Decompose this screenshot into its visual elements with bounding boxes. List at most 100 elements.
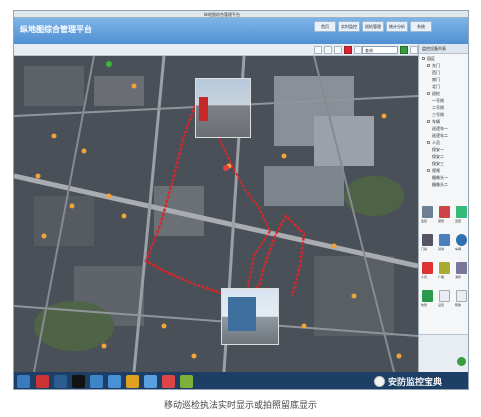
icon-label: 设置 xyxy=(438,303,445,307)
settings-icon[interactable] xyxy=(410,46,418,54)
poi-marker[interactable] xyxy=(41,233,47,239)
tree-node[interactable]: 园区 xyxy=(422,56,435,62)
tree-node[interactable]: 摄像头二 xyxy=(432,182,448,188)
menu-system[interactable]: 系统 xyxy=(410,21,432,32)
poi-marker[interactable] xyxy=(331,243,337,249)
tree-node[interactable]: 南门 xyxy=(432,77,440,83)
intercom-icon[interactable] xyxy=(439,234,450,246)
access-control-icon[interactable] xyxy=(422,234,433,246)
tree-label: 一号岗 xyxy=(432,98,444,103)
tree-label: 东门 xyxy=(432,63,440,68)
poi-marker[interactable] xyxy=(35,173,41,179)
tree-label: 二号岗 xyxy=(432,105,444,110)
patrol-icon[interactable] xyxy=(456,206,467,218)
tree-node[interactable]: 一号岗 xyxy=(432,98,444,104)
main-menu: 首页 实时监控 巡检管理 统计分析 系统 xyxy=(314,21,432,32)
tree-node[interactable]: 东门 xyxy=(427,63,440,69)
expand-icon xyxy=(422,57,425,60)
tree-label: 园区 xyxy=(427,56,435,61)
watermark: 安防监控宝典 xyxy=(374,374,442,389)
poi-marker[interactable] xyxy=(69,203,75,209)
tree-label: 巡逻车一 xyxy=(432,126,448,131)
person-icon[interactable] xyxy=(422,262,433,274)
icon-label: 门禁 xyxy=(421,247,428,251)
tree-node[interactable]: 北门 xyxy=(432,84,440,90)
taskbar-app-icon[interactable] xyxy=(36,375,49,388)
location-pin-icon[interactable] xyxy=(106,61,112,67)
poi-marker[interactable] xyxy=(81,148,87,154)
zoom-out-icon[interactable] xyxy=(324,46,332,54)
tree-node[interactable]: 二号岗 xyxy=(432,105,444,111)
taskbar-app-icon[interactable] xyxy=(180,375,193,388)
taskbar-app-icon[interactable] xyxy=(162,375,175,388)
inspection-photo[interactable] xyxy=(195,78,251,138)
poi-marker[interactable] xyxy=(121,213,127,219)
poi-marker[interactable] xyxy=(396,353,402,359)
pan-icon[interactable] xyxy=(334,46,342,54)
tree-label: 北门 xyxy=(432,84,440,89)
tree-label: 西门 xyxy=(432,70,440,75)
menu-home[interactable]: 首页 xyxy=(314,21,336,32)
satellite-map[interactable] xyxy=(14,56,418,372)
poi-marker[interactable] xyxy=(381,113,387,119)
city-block xyxy=(34,196,94,246)
layer-icon[interactable] xyxy=(354,46,362,54)
taskbar-app-icon[interactable] xyxy=(72,375,85,388)
tree-label: 巡检 xyxy=(432,91,440,96)
broadcast-icon[interactable] xyxy=(439,262,450,274)
icon-label: 巡更 xyxy=(455,219,462,223)
icon-label: 人员 xyxy=(421,275,428,279)
tree-node[interactable]: 保安一 xyxy=(432,147,444,153)
inspection-photo[interactable] xyxy=(221,288,279,345)
tree-node[interactable]: 巡逻车二 xyxy=(432,133,448,139)
start-button-icon[interactable] xyxy=(17,375,30,388)
wechat-icon xyxy=(374,376,385,387)
help-icon[interactable] xyxy=(456,290,467,302)
poi-marker[interactable] xyxy=(131,83,137,89)
poi-marker[interactable] xyxy=(101,343,107,349)
poi-marker[interactable] xyxy=(51,133,57,139)
zoom-in-icon[interactable] xyxy=(314,46,322,54)
sidebar-status-panel xyxy=(419,334,468,372)
taskbar-app-icon[interactable] xyxy=(144,375,157,388)
map-toolbar: 查询 xyxy=(14,44,418,56)
taskbar-app-icon[interactable] xyxy=(126,375,139,388)
expand-icon xyxy=(427,92,430,95)
tree-node[interactable]: 保安三 xyxy=(432,161,444,167)
tree-node[interactable]: 视频 xyxy=(427,168,440,174)
city-block xyxy=(264,166,344,206)
taskbar-app-icon[interactable] xyxy=(108,375,121,388)
icon-label: 消防 xyxy=(455,275,462,279)
search-input[interactable]: 查询 xyxy=(362,46,398,54)
tree-node[interactable]: 巡逻车一 xyxy=(432,126,448,132)
tree-node[interactable]: 西门 xyxy=(432,70,440,76)
poi-marker[interactable] xyxy=(106,193,112,199)
tree-node[interactable]: 人员 xyxy=(427,140,440,146)
tree-node[interactable]: 摄像头一 xyxy=(432,175,448,181)
poi-marker[interactable] xyxy=(191,353,197,359)
menu-monitor[interactable]: 实时监控 xyxy=(338,21,360,32)
poi-marker[interactable] xyxy=(161,323,167,329)
alarm-icon[interactable] xyxy=(439,206,450,218)
tree-node[interactable]: 三号岗 xyxy=(432,112,444,118)
refresh-icon[interactable] xyxy=(400,46,408,54)
vehicle-icon[interactable] xyxy=(456,234,467,246)
tree-label: 巡逻车二 xyxy=(432,133,448,138)
fire-icon[interactable] xyxy=(456,262,467,274)
menu-statistics[interactable]: 统计分析 xyxy=(386,21,408,32)
warning-icon[interactable] xyxy=(422,290,433,302)
app-title: 纵地图综合管理平台 xyxy=(20,25,92,34)
tree-node[interactable]: 车辆 xyxy=(427,119,440,125)
taskbar-app-icon[interactable] xyxy=(90,375,103,388)
tree-node[interactable]: 保安二 xyxy=(432,154,444,160)
menu-inspection[interactable]: 巡检管理 xyxy=(362,21,384,32)
patrol-officer-icon[interactable] xyxy=(223,165,229,171)
record-icon[interactable] xyxy=(344,46,352,54)
poi-marker[interactable] xyxy=(351,293,357,299)
poi-marker[interactable] xyxy=(281,153,287,159)
poi-marker[interactable] xyxy=(301,323,307,329)
taskbar-app-icon[interactable] xyxy=(54,375,67,388)
monitor-icon[interactable] xyxy=(422,206,433,218)
settings-grid-icon[interactable] xyxy=(439,290,450,302)
tree-node[interactable]: 巡检 xyxy=(427,91,440,97)
